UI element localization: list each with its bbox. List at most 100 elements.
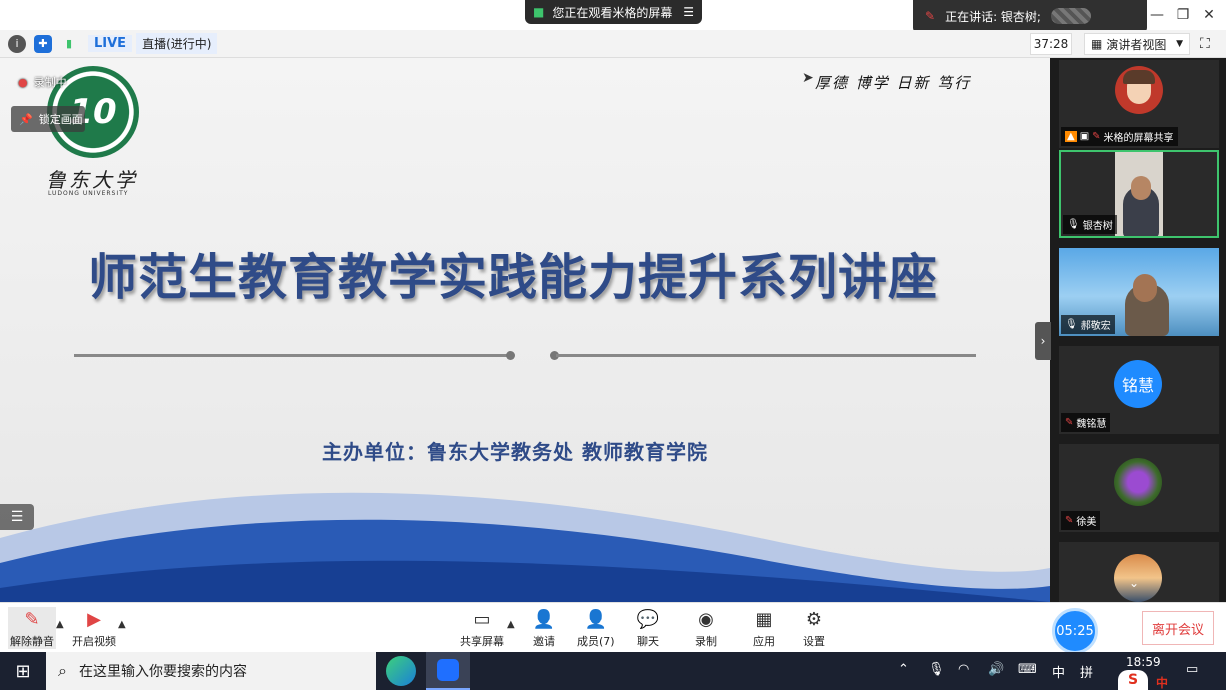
taskbar-search[interactable]: ⌕ 在这里输入你要搜索的内容: [46, 652, 376, 690]
members-label: 成员(7): [577, 635, 615, 648]
record-dot-icon: ●: [18, 75, 28, 89]
mic-muted-icon: ✎: [925, 9, 936, 23]
unmute-button[interactable]: ✎ 解除静音: [8, 607, 56, 649]
minimize-icon[interactable]: —: [1144, 4, 1170, 26]
members-button[interactable]: 👤 成员(7): [577, 607, 615, 649]
blurred-names: [1050, 8, 1091, 24]
video-icon: ■: [533, 5, 545, 19]
mic-icon[interactable]: 🎙: [928, 662, 945, 677]
participant-name: 米格的屏幕共享: [1103, 133, 1174, 144]
mic-muted-icon: ✎: [1092, 131, 1101, 142]
live-tag[interactable]: LIVE: [88, 35, 133, 52]
keyboard-icon[interactable]: ⌨: [1018, 662, 1037, 677]
ime-language[interactable]: 中: [1052, 662, 1065, 681]
view-mode-switch[interactable]: ▦ 演讲者视图 ▼: [1084, 33, 1190, 55]
invite-button[interactable]: 👤 邀请: [532, 607, 556, 649]
meeting-app-taskbar-button[interactable]: [426, 652, 470, 690]
ime-tray-indicator[interactable]: 中: [1156, 674, 1168, 691]
mic-muted-icon: ✎: [1065, 417, 1074, 428]
record-label: 录制: [695, 635, 717, 648]
edge-icon[interactable]: [386, 656, 416, 686]
info-icon[interactable]: i: [8, 34, 26, 53]
participant-tile[interactable]: ▲ ▣ ✎ 米格的屏幕共享: [1059, 60, 1219, 148]
list-toggle-button[interactable]: ☰: [0, 504, 34, 530]
participant-tile[interactable]: 🎙 郝敬宏: [1059, 248, 1219, 336]
record-button[interactable]: ◉ 录制: [694, 607, 718, 649]
chevron-up-icon[interactable]: ⌃: [898, 662, 909, 677]
shield-icon[interactable]: ✚: [34, 34, 52, 53]
start-button[interactable]: ⊞: [0, 652, 46, 690]
viewing-screen-banner[interactable]: ■ 您正在观看米格的屏幕 ☰: [525, 0, 702, 24]
chevron-up-icon[interactable]: ▲: [507, 619, 515, 630]
close-icon[interactable]: ✕: [1196, 4, 1222, 26]
person-face: [1133, 274, 1157, 302]
apps-button[interactable]: ▦ 应用: [752, 607, 776, 649]
tile-label: ✎ 魏铭慧: [1061, 413, 1111, 432]
person-face: [1131, 176, 1151, 200]
participant-tile[interactable]: 🎙 银杏树: [1059, 150, 1219, 238]
search-icon: ⌕: [58, 661, 67, 680]
pin-screen-button[interactable]: 📌 锁定画面: [11, 106, 85, 132]
gear-icon: ⚙: [805, 608, 823, 630]
chevron-right-icon: ›: [1040, 334, 1046, 348]
participant-name: 郝敬宏: [1080, 321, 1111, 332]
menu-icon[interactable]: ☰: [683, 5, 694, 19]
avatar: [1114, 458, 1162, 506]
notification-icon[interactable]: ▭: [1186, 662, 1198, 677]
participant-tile[interactable]: 铭慧 ✎ 魏铭慧: [1059, 346, 1219, 434]
window-top-strip: ■ 您正在观看米格的屏幕 ☰ ✎ 正在讲话: 银杏树; — ❐ ✕: [0, 0, 1226, 32]
chat-icon: 💬: [636, 608, 660, 630]
chevron-up-icon[interactable]: ▲: [118, 619, 126, 630]
viewing-banner-text: 您正在观看米格的屏幕: [552, 5, 673, 20]
recording-label: 录制中: [33, 76, 67, 89]
video-off-icon: ▶: [87, 608, 101, 630]
members-icon: 👤: [584, 608, 607, 630]
start-video-label: 开启视频: [72, 635, 116, 648]
chat-button[interactable]: 💬 聊天: [636, 607, 660, 649]
pin-label: 锁定画面: [38, 113, 83, 126]
ime-mode[interactable]: 拼: [1080, 662, 1093, 681]
settings-button[interactable]: ⚙ 设置: [802, 607, 826, 649]
recording-indicator: ● 录制中: [18, 74, 67, 90]
avatar: [1115, 66, 1163, 114]
mic-icon: 🎙: [1065, 319, 1078, 330]
participant-tile[interactable]: ⌄: [1059, 542, 1219, 602]
leave-meeting-button[interactable]: 离开会议: [1142, 611, 1214, 645]
start-video-button[interactable]: ▶ 开启视频: [72, 607, 116, 649]
invite-label: 邀请: [533, 635, 555, 648]
chat-label: 聊天: [637, 635, 659, 648]
university-motto: 厚德 博学 日新 笃行: [815, 74, 972, 92]
organizer-text: 主办单位：鲁东大学教务处 教师教育学院: [322, 440, 708, 464]
signal-icon[interactable]: ▮: [60, 35, 78, 53]
university-english-name: LUDONG UNIVERSITY: [48, 190, 129, 197]
clock-time[interactable]: 18:59: [1126, 655, 1161, 669]
tile-label: ▲ ▣ ✎ 米格的屏幕共享: [1061, 127, 1178, 146]
tile-label: ✎ 徐美: [1061, 511, 1101, 530]
live-status[interactable]: 直播(进行中): [136, 33, 218, 54]
restore-icon[interactable]: ❐: [1170, 4, 1196, 26]
chevron-down-icon[interactable]: ⌄: [1129, 576, 1139, 590]
slide-wave-decoration: [0, 492, 1050, 602]
unmute-label: 解除静音: [10, 635, 54, 648]
gallery-collapse-handle[interactable]: ›: [1035, 322, 1051, 360]
countdown-badge[interactable]: 05:25: [1052, 608, 1098, 654]
volume-icon[interactable]: 🔊: [988, 662, 1004, 677]
list-icon: ☰: [10, 509, 24, 525]
share-screen-button[interactable]: ▭ 共享屏幕: [460, 607, 504, 649]
share-screen-icon: ▭: [473, 608, 491, 630]
windows-logo-icon: ⊞: [15, 660, 31, 682]
meeting-toolbar: ✎ 解除静音 ▲ ▶ 开启视频 ▲ ▭ 共享屏幕 ▲ 👤 邀请 👤 成员(7) …: [0, 602, 1226, 654]
wifi-icon[interactable]: ◠: [958, 662, 969, 677]
tile-label: 🎙 银杏树: [1063, 215, 1117, 234]
divider-dot-left: [506, 351, 515, 360]
chevron-up-icon[interactable]: ▲: [56, 619, 64, 630]
record-icon: ◉: [698, 608, 714, 630]
sogou-ime-icon[interactable]: S: [1118, 670, 1148, 690]
participant-name: 银杏树: [1082, 221, 1113, 232]
university-name: 鲁东大学: [46, 168, 138, 192]
view-mode-label: 演讲者视图: [1106, 37, 1167, 52]
participant-tile[interactable]: ✎ 徐美: [1059, 444, 1219, 532]
grid-icon: ▦: [1091, 37, 1103, 51]
chevron-down-icon: ▼: [1176, 39, 1183, 49]
fullscreen-icon[interactable]: ⛶: [1200, 36, 1210, 52]
